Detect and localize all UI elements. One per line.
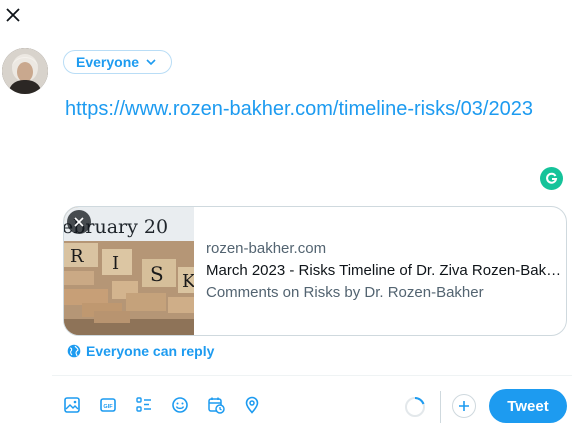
poll-button[interactable]	[133, 394, 155, 416]
tweet-button[interactable]: Tweet	[489, 389, 567, 423]
gif-button[interactable]: GIF	[97, 394, 119, 416]
add-tweet-button[interactable]	[452, 394, 476, 418]
reply-setting-button[interactable]: Everyone can reply	[67, 343, 214, 359]
grammarly-icon	[546, 172, 558, 184]
emoji-button[interactable]	[169, 394, 191, 416]
emoji-icon	[172, 397, 188, 413]
globe-icon	[67, 344, 81, 358]
image-tile-k: K	[182, 271, 194, 292]
compose-toolbar: GIF	[61, 394, 263, 416]
remove-card-button[interactable]	[67, 210, 91, 234]
schedule-icon	[208, 397, 225, 414]
avatar[interactable]	[2, 48, 48, 94]
audience-selector[interactable]: Everyone	[63, 50, 173, 74]
character-count-ring	[405, 396, 425, 417]
link-preview-card[interactable]: ebruary 20 R I S K rozen-bakher.com Marc…	[63, 206, 567, 336]
close-icon	[74, 217, 84, 227]
link-domain: rozen-bakher.com	[206, 240, 327, 257]
image-tile-r: R	[70, 246, 84, 267]
avatar-image	[2, 48, 48, 94]
svg-text:GIF: GIF	[103, 404, 113, 410]
audience-label: Everyone	[76, 54, 140, 70]
image-tile-i: I	[112, 253, 119, 274]
gif-icon: GIF	[100, 398, 116, 412]
close-icon	[6, 8, 20, 22]
toolbar-separator	[440, 391, 441, 423]
tweet-text-input[interactable]: https://www.rozen-bakher.com/timeline-ri…	[65, 96, 535, 122]
grammarly-button[interactable]	[540, 167, 563, 190]
location-button[interactable]	[241, 394, 263, 416]
location-icon	[245, 396, 259, 414]
plus-icon	[459, 401, 469, 411]
divider	[52, 375, 572, 376]
reply-setting-label: Everyone can reply	[86, 343, 215, 359]
media-icon	[64, 397, 80, 413]
schedule-button[interactable]	[205, 394, 227, 416]
poll-icon	[136, 397, 151, 412]
chevron-down-icon	[146, 59, 156, 66]
media-button[interactable]	[61, 394, 83, 416]
link-description: Comments on Risks by Dr. Rozen-Bakher	[206, 285, 484, 301]
image-tile-s: S	[150, 262, 164, 286]
close-button[interactable]	[2, 4, 24, 26]
link-title: March 2023 - Risks Timeline of Dr. Ziva …	[206, 263, 564, 279]
